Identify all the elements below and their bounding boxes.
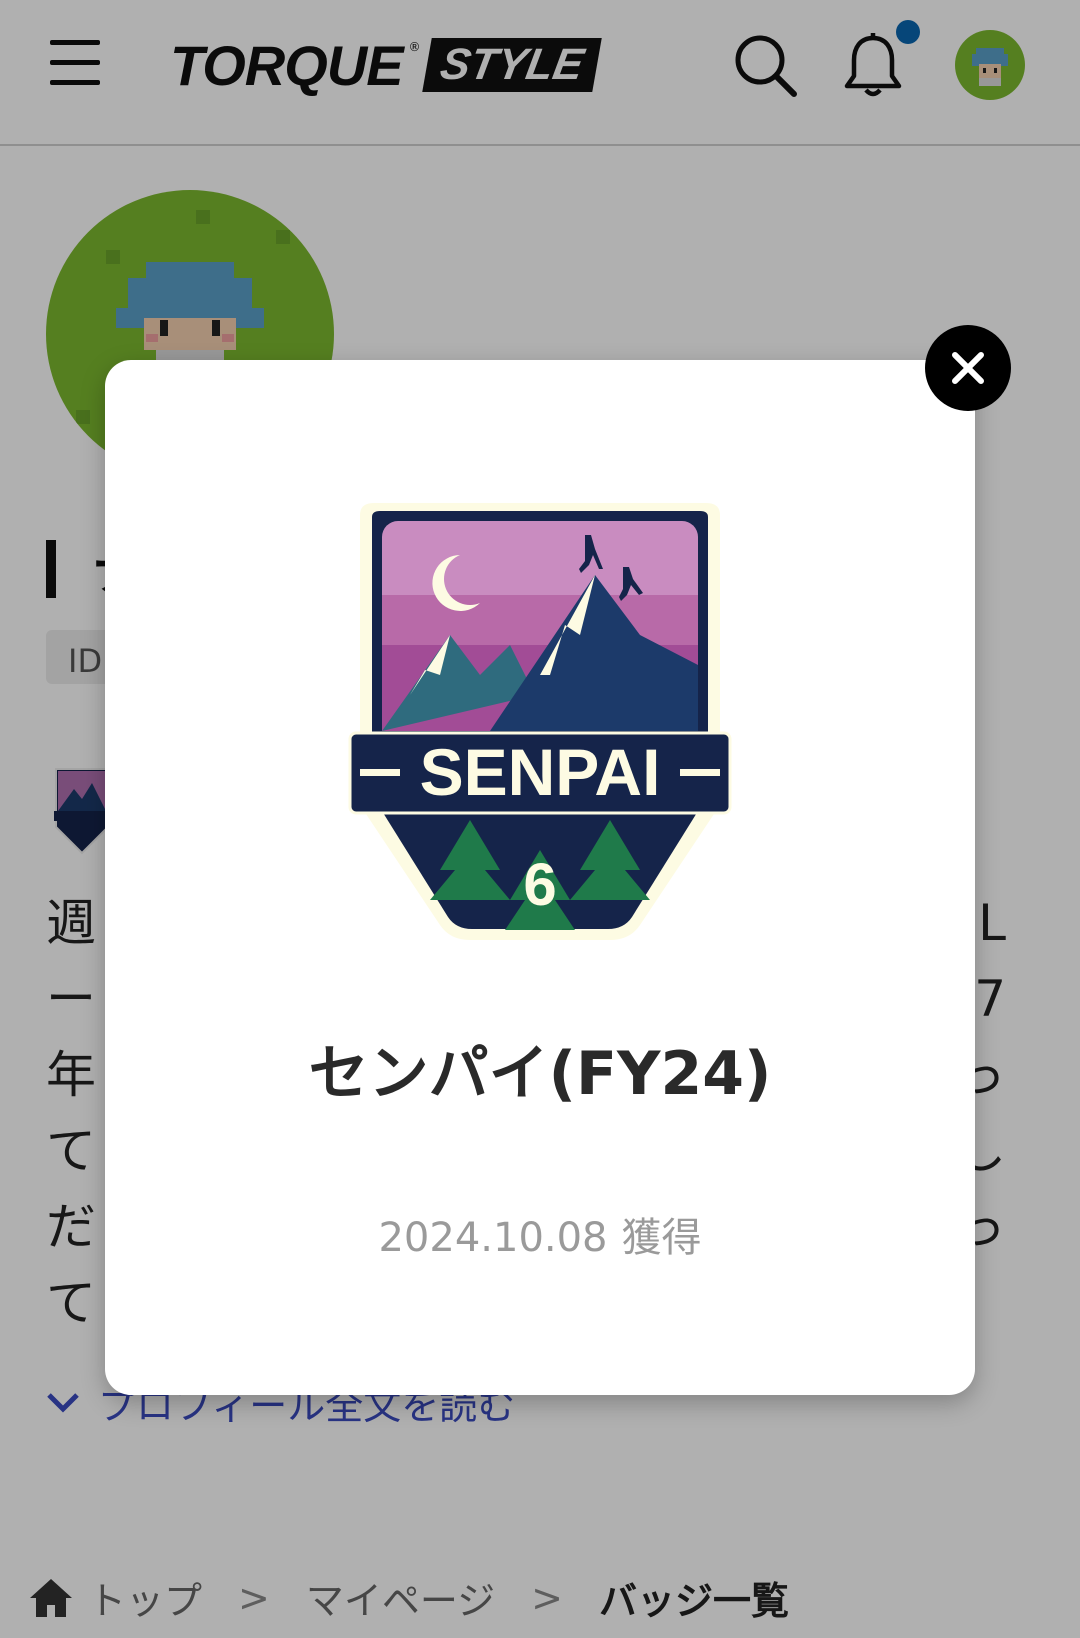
close-button[interactable] — [925, 325, 1011, 411]
badge-number: 6 — [523, 851, 556, 918]
badge-date-value: 2024.10.08 — [378, 1215, 608, 1261]
badge-acquired-date: 2024.10.08 獲得 — [105, 1205, 975, 1263]
senpai-badge-image: SENPAI 6 — [348, 503, 732, 940]
badge-date-suffix: 獲得 — [621, 1215, 702, 1261]
close-icon — [952, 352, 984, 384]
badge-senpai-text: SENPAI — [420, 735, 661, 809]
badge-modal: SENPAI 6 センパイ(FY24) 2024.10.08 獲得 — [105, 360, 975, 1395]
badge-title: センパイ(FY24) — [308, 1039, 772, 1109]
